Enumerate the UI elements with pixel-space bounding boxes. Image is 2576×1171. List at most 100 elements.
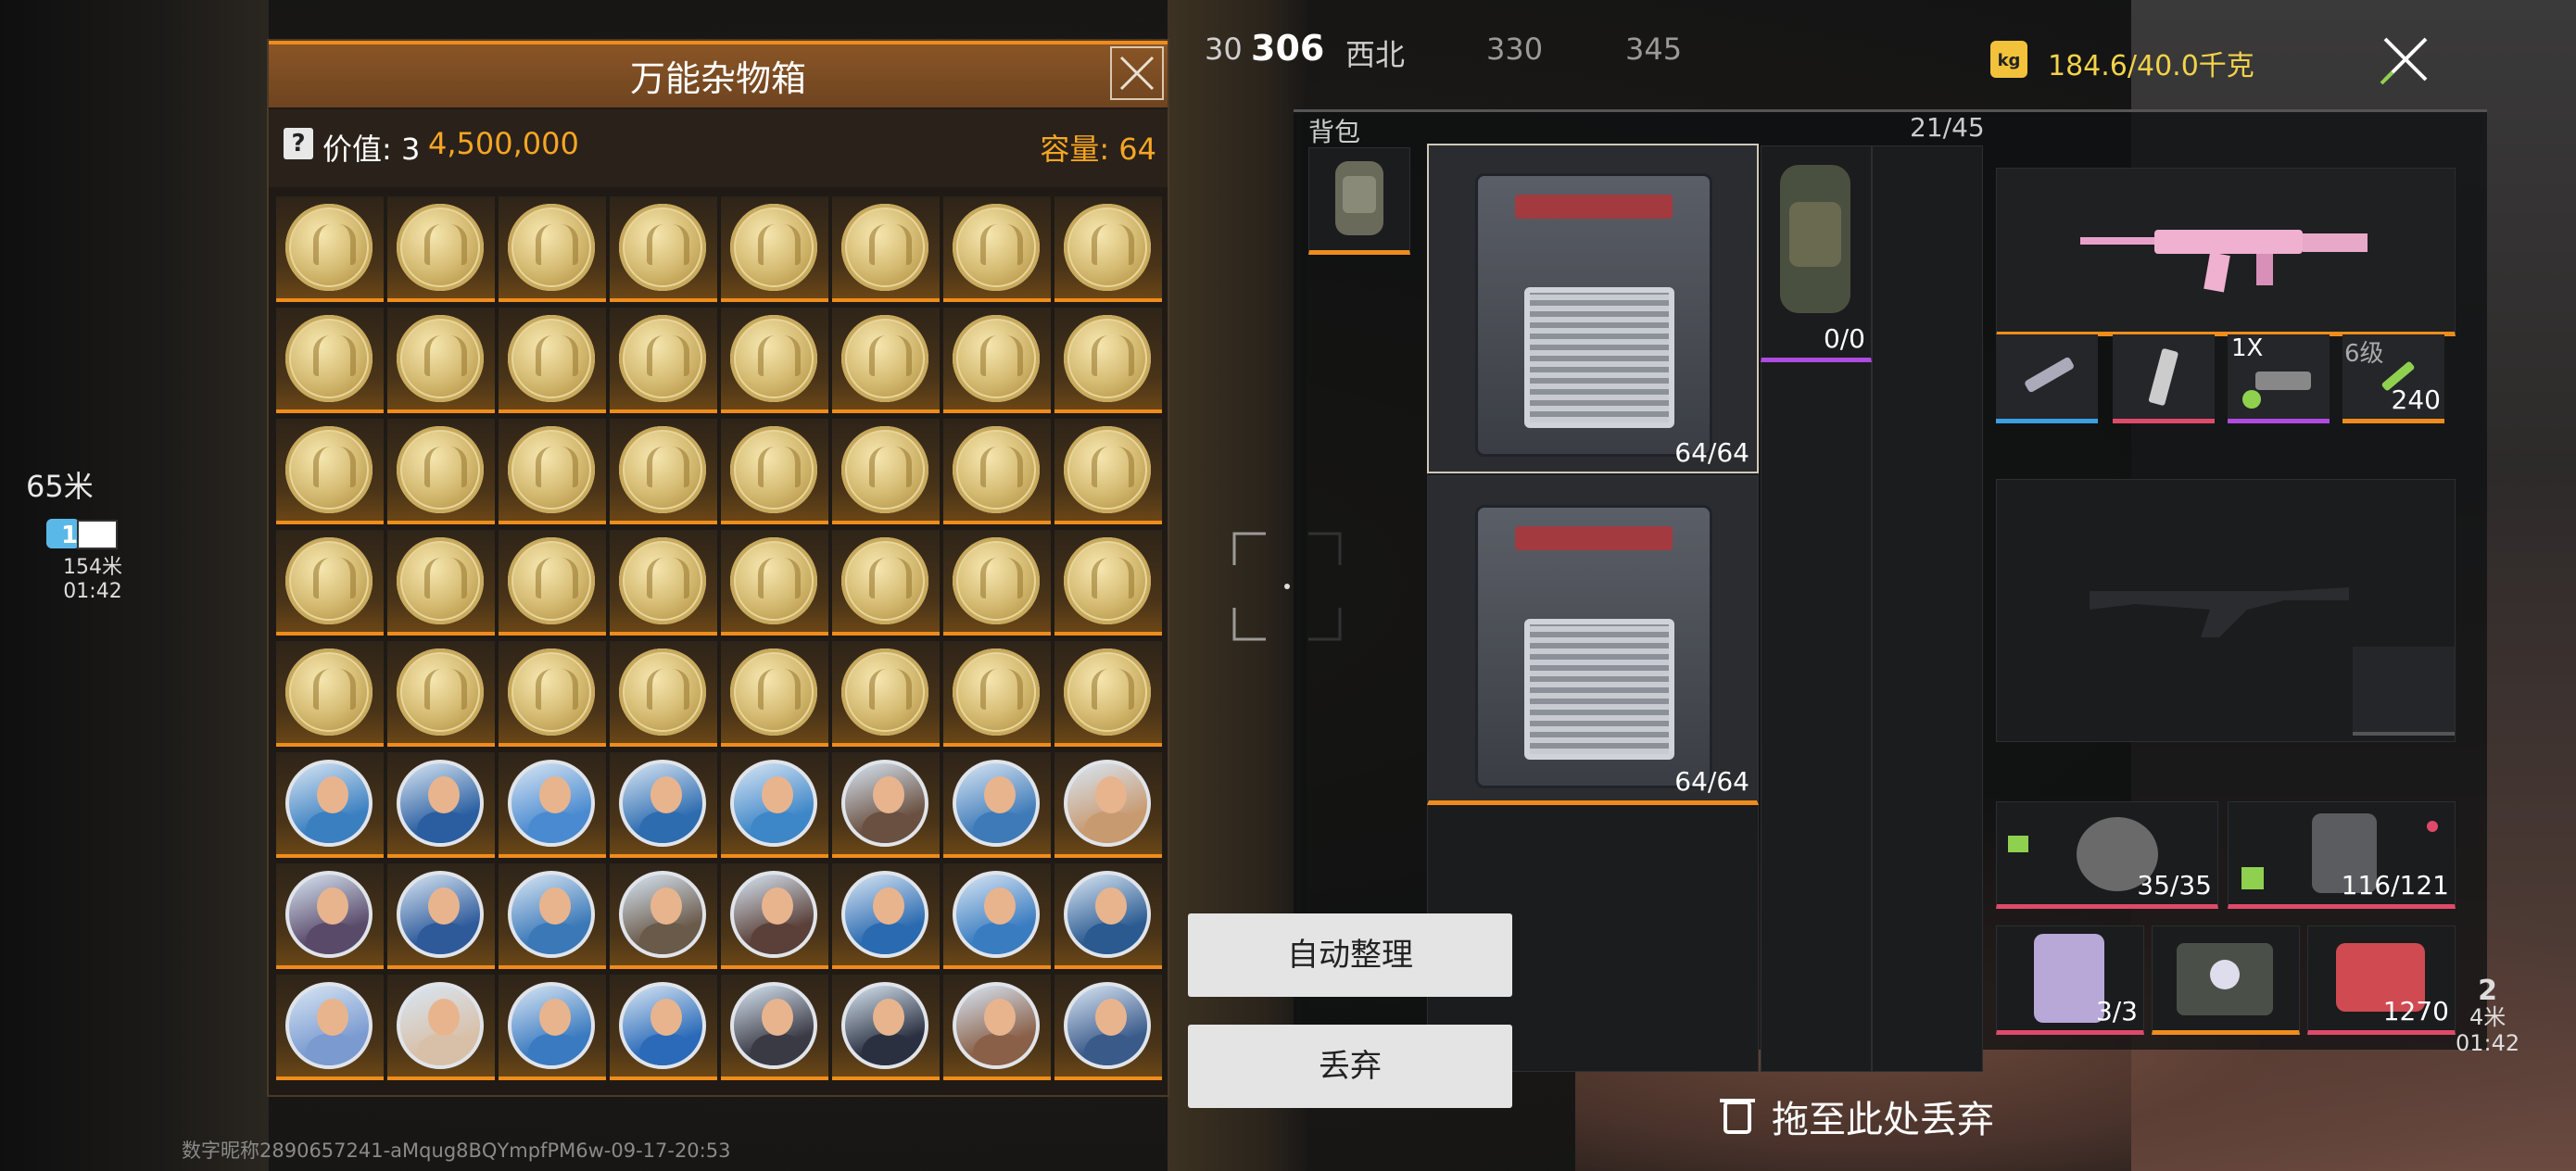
container-item-slot[interactable] — [1054, 196, 1162, 302]
container-item-slot[interactable] — [276, 419, 384, 524]
capacity: 容量: 64 — [1040, 126, 1156, 169]
container-item-slot[interactable] — [721, 641, 828, 747]
container-item-slot[interactable] — [943, 196, 1051, 302]
container-item-slot[interactable] — [499, 530, 606, 636]
teammate-time-right: 01:42 — [2456, 1030, 2520, 1056]
container-item-slot[interactable] — [499, 975, 606, 1080]
container-item-slot[interactable] — [387, 975, 495, 1080]
backpack-slot[interactable] — [1308, 147, 1410, 255]
container-item-slot[interactable] — [832, 641, 940, 747]
container-item-slot[interactable] — [943, 863, 1051, 969]
container-item-slot[interactable] — [943, 308, 1051, 413]
discard-button[interactable]: 丢弃 — [1188, 1025, 1512, 1108]
container-item-slot[interactable] — [721, 196, 828, 302]
container-item-slot[interactable] — [276, 752, 384, 858]
container-item-slot[interactable] — [832, 752, 940, 858]
container-item-slot[interactable] — [721, 975, 828, 1080]
container-item-slot[interactable] — [1054, 641, 1162, 747]
container-title: 万能杂物箱 — [629, 58, 806, 99]
container-item-slot[interactable] — [1054, 530, 1162, 636]
container-item-slot[interactable] — [499, 641, 606, 747]
container-item-slot[interactable] — [610, 308, 717, 413]
container-item-slot[interactable] — [610, 530, 717, 636]
container-item-slot[interactable] — [721, 752, 828, 858]
container-item-slot[interactable] — [387, 863, 495, 969]
container-item-slot[interactable] — [276, 975, 384, 1080]
secondary-weapon-slot[interactable] — [1996, 479, 2456, 742]
container-close-button[interactable] — [1110, 46, 1164, 100]
container-item-slot[interactable] — [276, 863, 384, 969]
container-item-slot[interactable] — [276, 308, 384, 413]
ammo-slot[interactable]: 6级 240 — [2342, 334, 2444, 423]
container-item-slot[interactable] — [610, 196, 717, 302]
container-item-slot[interactable] — [387, 752, 495, 858]
container-item-slot[interactable] — [387, 196, 495, 302]
container-item-slot[interactable] — [943, 752, 1051, 858]
medkit-slot[interactable]: 1270 — [2307, 925, 2456, 1035]
plate-slot[interactable]: 3/3 — [1996, 925, 2144, 1035]
muzzle-attachment-slot[interactable] — [1996, 334, 2098, 423]
container-item-slot[interactable] — [943, 975, 1051, 1080]
container-item-slot[interactable] — [832, 863, 940, 969]
container-item-slot[interactable] — [721, 419, 828, 524]
container-item-slot[interactable] — [499, 419, 606, 524]
helmet-slot[interactable]: 35/35 — [1996, 801, 2218, 909]
container-item-slot[interactable] — [387, 641, 495, 747]
container-item-slot[interactable] — [387, 419, 495, 524]
crate-item[interactable]: 64/64 — [1427, 475, 1759, 805]
container-item-slot[interactable] — [1054, 975, 1162, 1080]
compass-tick: 345 — [1625, 31, 1683, 67]
container-item-slot[interactable] — [610, 752, 717, 858]
container-item-slot[interactable] — [387, 530, 495, 636]
crate-icon — [1475, 173, 1712, 457]
ammo-slot-empty[interactable] — [2353, 647, 2455, 736]
container-item-slot[interactable] — [832, 530, 940, 636]
container-item-slot[interactable] — [832, 308, 940, 413]
auto-sort-button[interactable]: 自动整理 — [1188, 913, 1512, 997]
container-item-slot[interactable] — [943, 641, 1051, 747]
container-item-slot[interactable] — [1054, 863, 1162, 969]
container-item-slot[interactable] — [499, 752, 606, 858]
drag-discard-zone[interactable]: 拖至此处丢弃 — [1772, 1089, 1994, 1143]
container-item-slot[interactable] — [610, 975, 717, 1080]
container-item-slot[interactable] — [943, 419, 1051, 524]
gold-coin-icon — [285, 648, 373, 736]
gold-coin-icon — [730, 537, 817, 624]
tablet-slot[interactable] — [2152, 925, 2300, 1035]
container-item-slot[interactable] — [387, 308, 495, 413]
container-item-slot[interactable] — [832, 419, 940, 524]
container-item-slot[interactable] — [276, 641, 384, 747]
question-icon[interactable]: ? — [284, 128, 313, 159]
container-item-slot[interactable] — [721, 308, 828, 413]
container-item-slot[interactable] — [721, 530, 828, 636]
container-item-slot[interactable] — [832, 196, 940, 302]
container-item-slot[interactable] — [499, 196, 606, 302]
container-item-slot[interactable] — [610, 863, 717, 969]
gold-coin-icon — [1064, 204, 1151, 291]
container-item-slot[interactable] — [832, 975, 940, 1080]
inventory-close-button[interactable] — [2372, 26, 2439, 93]
container-item-slot[interactable] — [499, 863, 606, 969]
container-item-slot[interactable] — [1054, 419, 1162, 524]
character-portrait-icon — [953, 871, 1040, 958]
camo-pack-item[interactable]: 0/0 — [1761, 145, 1872, 362]
primary-weapon-slot[interactable] — [1996, 168, 2456, 336]
container-item-slot[interactable] — [276, 196, 384, 302]
gold-coin-icon — [285, 537, 373, 624]
scope-attachment-slot[interactable]: 1X — [2228, 334, 2330, 423]
container-item-slot[interactable] — [1054, 308, 1162, 413]
container-item-slot[interactable] — [276, 530, 384, 636]
container-item-slot[interactable] — [610, 419, 717, 524]
armor-slot[interactable]: 116/121 — [2228, 801, 2456, 909]
rifle-silhouette-icon — [2090, 587, 2349, 637]
container-item-slot[interactable] — [499, 308, 606, 413]
crate-item[interactable]: 64/64 — [1427, 144, 1759, 473]
container-item-slot[interactable] — [610, 641, 717, 747]
container-item-slot[interactable] — [721, 863, 828, 969]
gold-coin-icon — [397, 315, 484, 402]
magazine-attachment-slot[interactable] — [2113, 334, 2215, 423]
gold-coin-icon — [953, 648, 1040, 736]
value-label: 价值: 3 — [322, 132, 421, 167]
container-item-slot[interactable] — [1054, 752, 1162, 858]
container-item-slot[interactable] — [943, 530, 1051, 636]
